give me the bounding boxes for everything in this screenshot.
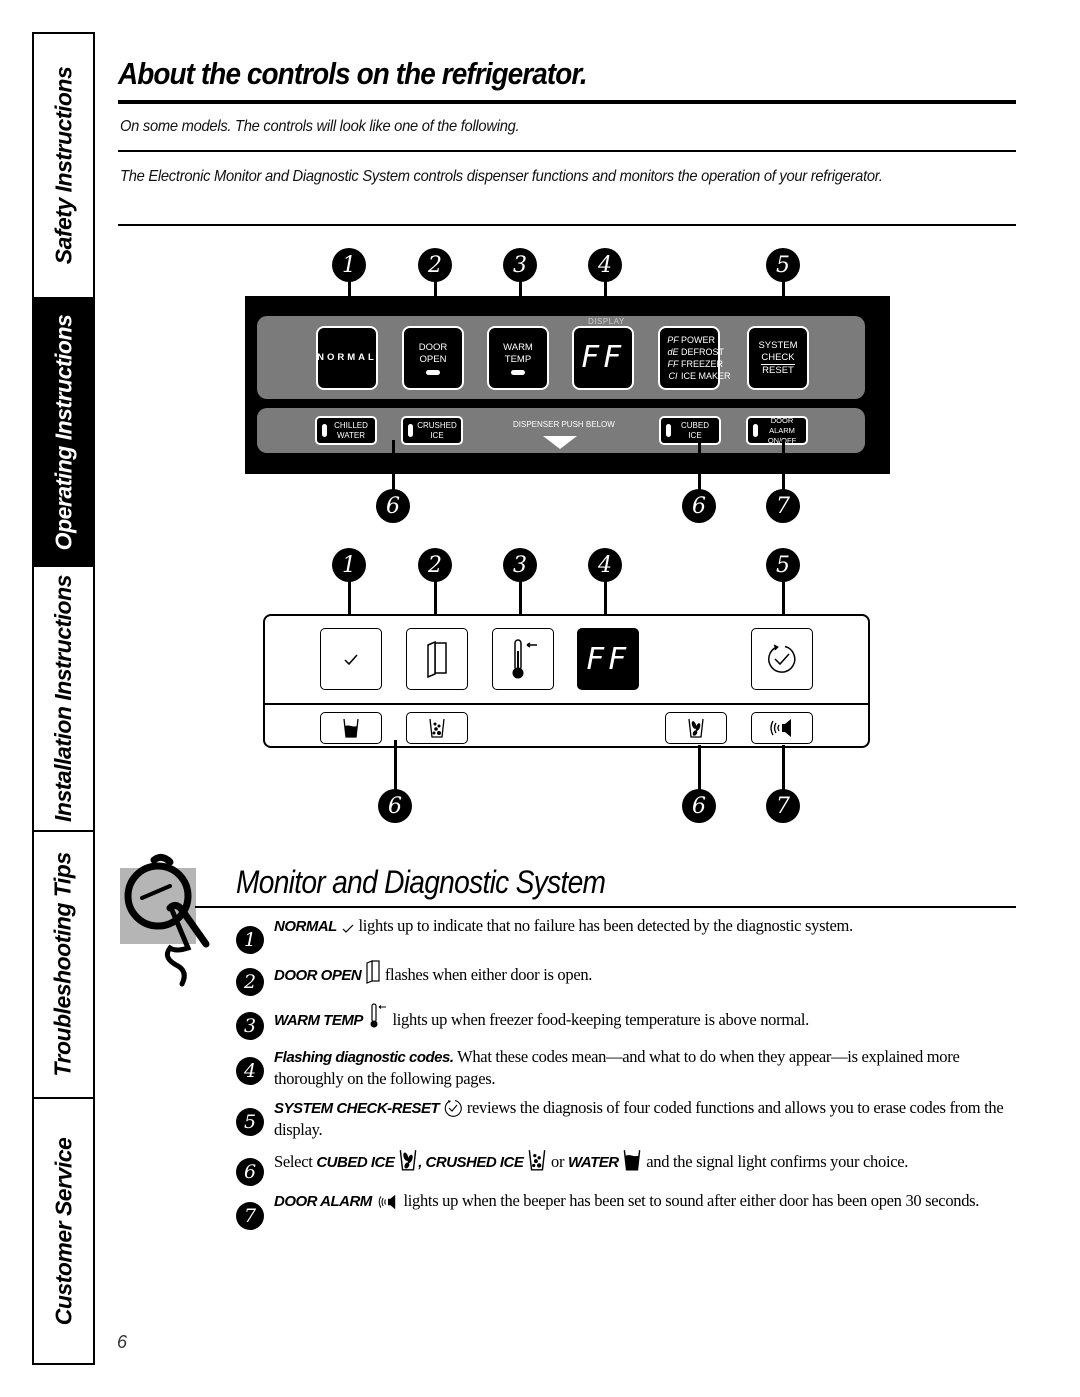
- led-icon: [426, 369, 440, 375]
- led-icon: [511, 369, 525, 375]
- system-check-icon: [444, 1099, 462, 1117]
- cubed-ice-button[interactable]: [665, 712, 727, 744]
- normal-indicator: [320, 628, 382, 690]
- page-title: About the controls on the refrigerator.: [118, 56, 588, 91]
- section-tabs: Safety Instructions Operating Instructio…: [32, 32, 95, 1365]
- door-alarm-button[interactable]: DOOR ALARMON/OFF: [746, 416, 808, 445]
- page-number: 6: [117, 1332, 128, 1352]
- code-row: FF FREEZER: [667, 359, 724, 369]
- item-number: 7: [236, 1202, 264, 1230]
- door-open-indicator: DOOR OPEN: [402, 326, 464, 390]
- code-row: dE DEFROST: [667, 347, 725, 357]
- control-panel-style-a: NORMAL DOOR OPEN WARM TEMP DISPLAY FF PF…: [245, 296, 890, 474]
- thermometer-icon: [370, 1003, 386, 1028]
- cubed-ice-icon: [399, 1150, 417, 1171]
- door-icon: [427, 640, 447, 679]
- signal-light-icon: [753, 424, 758, 437]
- signal-light-icon: [408, 424, 413, 437]
- callout-4: 4: [588, 248, 622, 282]
- crushed-ice-button[interactable]: [406, 712, 468, 744]
- item-number: 2: [236, 968, 264, 996]
- divider: [118, 150, 1016, 152]
- system-check-reset-button[interactable]: [751, 628, 813, 690]
- callout-3: 3: [503, 248, 537, 282]
- door-icon: [366, 960, 380, 984]
- callout-line: [698, 745, 701, 790]
- callout-5: 5: [766, 548, 800, 582]
- crushed-ice-icon: [429, 718, 445, 738]
- item-number: 1: [236, 926, 264, 954]
- callout-3: 3: [503, 548, 537, 582]
- door-alarm-icon: [378, 1194, 395, 1210]
- callout-1: 1: [332, 248, 366, 282]
- cubed-ice-icon: [688, 718, 704, 738]
- callout-line: [782, 745, 785, 790]
- system-check-icon: [768, 644, 796, 673]
- callout-6: 6: [682, 789, 716, 823]
- door-alarm-icon: [770, 719, 791, 737]
- divider: [265, 703, 868, 705]
- system-check-reset-button[interactable]: SYSTEM CHECK RESET: [747, 326, 809, 390]
- chilled-water-button[interactable]: CHILLED WATER: [315, 416, 377, 445]
- signal-light-icon: [322, 424, 327, 437]
- title-rule: [118, 100, 1016, 104]
- dispenser-label: DISPENSER PUSH BELOW: [513, 420, 615, 429]
- door-open-indicator: [406, 628, 468, 690]
- check-icon: [342, 924, 354, 933]
- callout-7: 7: [766, 789, 800, 823]
- callout-4: 4: [588, 548, 622, 582]
- item-number: 4: [236, 1057, 264, 1085]
- water-glass-icon: [343, 718, 359, 738]
- diagnostic-display: FF: [572, 326, 634, 390]
- crushed-ice-button[interactable]: CRUSHED ICE: [401, 416, 463, 445]
- callout-7: 7: [766, 489, 800, 523]
- callout-5: 5: [766, 248, 800, 282]
- section-title: Monitor and Diagnostic System: [236, 864, 606, 900]
- callout-2: 2: [418, 548, 452, 582]
- callout-2: 2: [418, 248, 452, 282]
- callout-1: 1: [332, 548, 366, 582]
- control-panel-style-b: FF: [263, 614, 870, 748]
- hand-pressing-button-icon: [120, 853, 210, 987]
- check-icon: [344, 654, 358, 666]
- thermometer-icon: [512, 639, 537, 679]
- tab-operating-instructions[interactable]: Operating Instructions: [34, 299, 93, 567]
- cubed-ice-button[interactable]: CUBED ICE: [659, 416, 721, 445]
- divider: [118, 224, 1016, 226]
- code-row: PF POWER: [667, 335, 716, 345]
- callout-line: [782, 440, 785, 490]
- water-button[interactable]: [320, 712, 382, 744]
- normal-indicator: NORMAL: [316, 326, 378, 390]
- callout-line: [394, 740, 397, 790]
- warm-temp-indicator: WARM TEMP: [487, 326, 549, 390]
- signal-light-icon: [666, 424, 671, 437]
- callout-6: 6: [378, 789, 412, 823]
- diagnostic-display: FF: [577, 628, 639, 690]
- tab-installation-instructions[interactable]: Installation Instructions: [34, 567, 93, 832]
- models-note: On some models. The controls will look l…: [120, 118, 520, 135]
- section-rule: [195, 906, 1016, 908]
- tab-customer-service[interactable]: Customer Service: [34, 1099, 93, 1363]
- display-label: DISPLAY: [588, 317, 625, 326]
- item-number: 6: [236, 1158, 264, 1186]
- tab-troubleshooting-tips[interactable]: Troubleshooting Tips: [34, 832, 93, 1099]
- code-row: CI ICE MAKER: [668, 371, 731, 381]
- callout-line: [698, 440, 701, 490]
- tab-safety-instructions[interactable]: Safety Instructions: [34, 34, 93, 299]
- warm-temp-indicator: [492, 628, 554, 690]
- item-number: 3: [236, 1012, 264, 1040]
- callout-6: 6: [682, 489, 716, 523]
- water-glass-icon: [624, 1150, 641, 1171]
- intro-paragraph: The Electronic Monitor and Diagnostic Sy…: [120, 168, 883, 185]
- diagnostic-codes-legend: PF POWER dE DEFROST FF FREEZER CI ICE MAKER: [658, 326, 731, 390]
- arrow-down-icon: [543, 436, 577, 449]
- item-number: 5: [236, 1108, 264, 1136]
- crushed-ice-icon: [528, 1150, 546, 1171]
- callout-line: [392, 440, 395, 490]
- callout-6: 6: [376, 489, 410, 523]
- door-alarm-button[interactable]: [751, 712, 813, 744]
